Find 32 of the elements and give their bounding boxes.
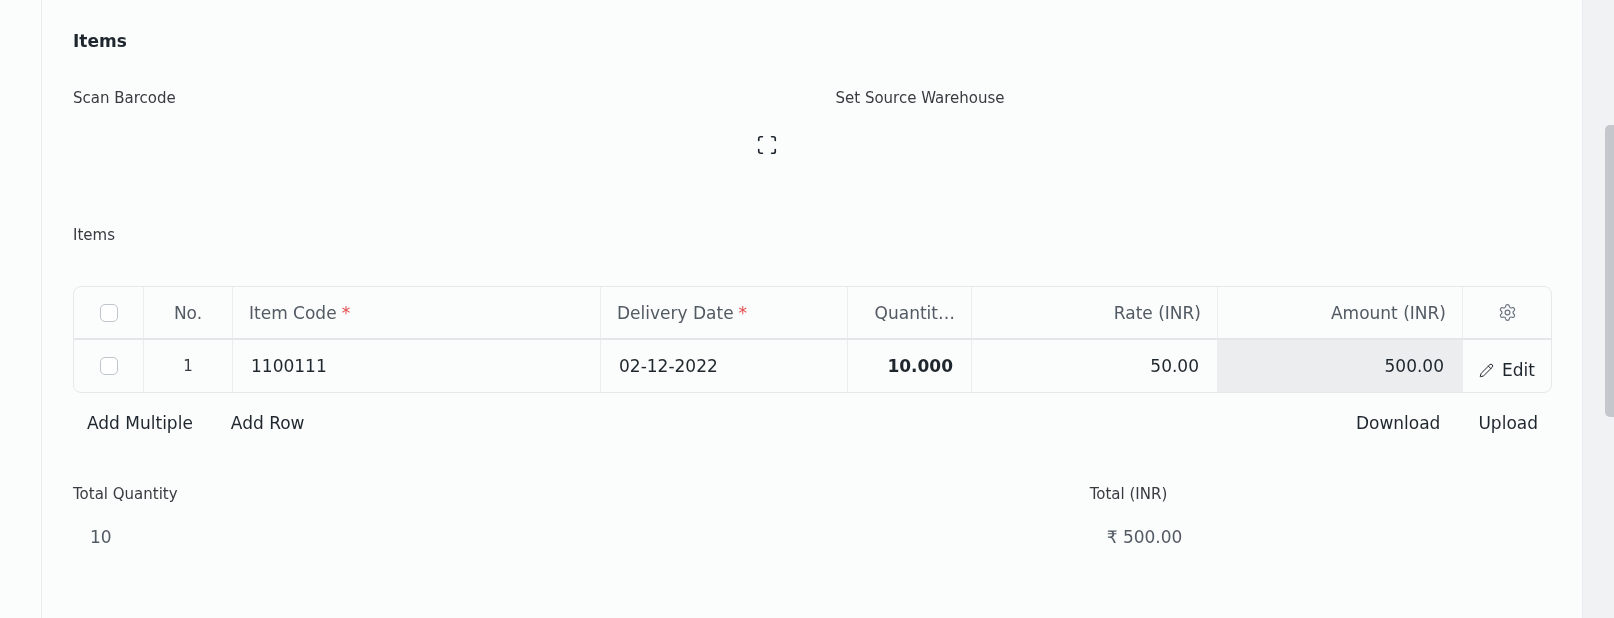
field-label: Set Source Warehouse xyxy=(835,88,1005,108)
field-value: ₹ 500.00 xyxy=(1105,526,1183,549)
action-button[interactable]: Download xyxy=(1341,408,1455,438)
scrollbar-thumb[interactable] xyxy=(1605,125,1614,417)
field-label: Scan Barcode xyxy=(73,88,176,108)
column-header: Delivery Date xyxy=(617,301,734,324)
field-value: 10 xyxy=(89,526,112,549)
field-label: Total Quantity xyxy=(73,484,178,504)
field-label: Items xyxy=(73,225,115,245)
column-header: Amount (INR) xyxy=(1331,301,1446,324)
settings-icon[interactable] xyxy=(1497,303,1517,322)
column-header: Item Code xyxy=(249,301,337,324)
column-header: Quantit… xyxy=(874,301,955,324)
action-button[interactable]: Add Row xyxy=(216,408,319,438)
table-cell: 1100111 xyxy=(233,340,601,392)
checkbox[interactable] xyxy=(99,303,118,322)
table-cell: 02-12-2022 xyxy=(601,340,848,392)
pencil-icon xyxy=(1479,362,1495,378)
required-mark: * xyxy=(341,301,351,324)
column-header: Rate (INR) xyxy=(1113,301,1201,324)
scan-icon[interactable] xyxy=(755,134,778,156)
table-cell: 10.000 xyxy=(848,340,972,392)
section-title: Items xyxy=(73,30,127,53)
table-cell: 1 xyxy=(144,340,233,392)
edit-button[interactable]: Edit xyxy=(1475,357,1539,383)
action-button[interactable]: Upload xyxy=(1464,408,1552,438)
table-cell: 500.00 xyxy=(1218,340,1463,392)
field-label: Total (INR) xyxy=(1089,484,1168,504)
required-mark: * xyxy=(738,301,748,324)
action-button[interactable]: Add Multiple xyxy=(73,408,207,438)
checkbox[interactable] xyxy=(99,357,118,375)
column-header: No. xyxy=(173,301,203,324)
